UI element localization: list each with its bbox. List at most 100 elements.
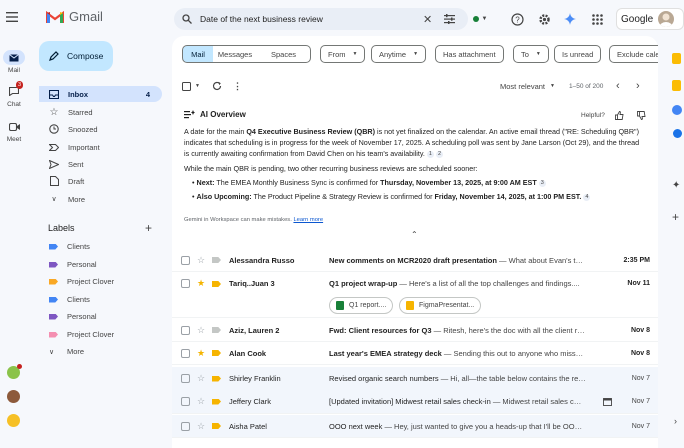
rail-chat[interactable]: 3 Chat [0,81,28,108]
search-input[interactable] [200,14,415,24]
email-row[interactable]: ☆ Jeffery Clark [Updated invitation] Midwe… [172,390,658,414]
calendar-icon[interactable] [672,53,681,64]
email-preview: New comments on MCR2020 draft presentati… [329,256,591,265]
account-avatar[interactable] [658,11,674,27]
learn-more-link[interactable]: Learn more [293,217,323,223]
gemini-button[interactable] [562,11,578,27]
plus-icon[interactable]: + [672,210,679,224]
nav-important[interactable]: Important [39,139,162,155]
thumbs-down-button[interactable] [637,111,646,120]
label-item[interactable]: Project Clover [49,274,114,289]
nav-more[interactable]: ∨ More [39,191,162,207]
collapse-overview-button[interactable]: ⌃ [411,230,418,239]
calendar-event-icon[interactable] [603,397,612,406]
nav-draft[interactable]: Draft [39,173,162,189]
contacts-icon[interactable] [673,129,682,138]
more-actions-button[interactable]: ⋮ [233,80,242,92]
citation-chip[interactable]: 4 [583,193,591,201]
filter-mail[interactable]: Mail [182,45,214,63]
checkbox-icon [182,81,191,91]
chevron-right-icon[interactable]: › [674,416,677,426]
citation-chip[interactable]: 2 [435,150,444,158]
important-marker-icon[interactable] [212,398,221,405]
labels-more[interactable]: ∨ More [49,344,84,359]
email-row[interactable]: ☆ Shirley Franklin Revised organic search … [172,367,658,391]
row-checkbox[interactable] [181,374,190,383]
star-filled-icon[interactable]: ★ [197,348,205,358]
filter-exclude-calendar[interactable]: Exclude cale [609,45,658,63]
citation-chip[interactable]: 1 [426,150,434,158]
email-row[interactable]: ☆ Alessandra Russo New comments on MCR2020… [172,249,658,272]
label-item[interactable]: Clients [49,239,90,254]
next-page-button[interactable]: › [636,80,640,92]
filter-to[interactable]: To ▼ [513,45,549,63]
filter-chip-label: From [328,49,346,59]
nav-snoozed[interactable]: Snoozed [39,121,162,137]
row-checkbox[interactable] [181,279,190,288]
filter-is-unread[interactable]: Is unread [554,45,602,63]
filter-spaces[interactable]: Spaces [257,45,311,63]
filter-messages[interactable]: Messages [213,45,258,63]
tasks-icon[interactable] [672,105,682,115]
star-icon[interactable]: ☆ [197,325,205,335]
gmail-logo[interactable]: Gmail [46,9,103,24]
contact-avatar[interactable] [7,414,20,427]
status-indicator[interactable]: ▼ [472,11,488,27]
row-checkbox[interactable] [181,421,190,431]
main-menu-button[interactable] [6,12,18,22]
email-row[interactable]: ☆ Aziz, Lauren 2 Fwd: Client resources for… [172,319,658,342]
search-options-icon[interactable] [444,14,456,24]
important-outline-icon[interactable] [212,327,221,333]
labels-more-label: More [67,347,85,356]
filter-anytime[interactable]: Anytime ▼ [371,45,427,63]
row-checkbox[interactable] [181,255,190,265]
row-checkbox[interactable] [181,325,190,335]
citation-chip[interactable]: 3 [538,179,546,187]
contact-avatar[interactable] [7,390,20,403]
important-marker-icon[interactable] [212,423,221,429]
search-bar[interactable]: ✕ [174,8,468,30]
clock-icon [48,124,60,134]
row-checkbox[interactable] [181,397,190,406]
rail-mail[interactable]: Mail [0,50,28,74]
star-filled-icon[interactable]: ★ [197,279,205,288]
label-item[interactable]: Project Clover [49,327,114,342]
email-row[interactable]: ★ Alan Cook Last year's EMEA strategy deck… [172,342,658,365]
important-marker-icon[interactable] [212,375,221,382]
apps-launcher-button[interactable] [589,11,605,27]
select-all[interactable]: ▼ [182,80,200,92]
email-preview: Revised organic search numbers — Hi, all… [329,374,591,383]
compose-button[interactable]: Compose [39,41,113,71]
prev-page-button[interactable]: ‹ [616,80,620,92]
nav-sent[interactable]: Sent [39,156,162,172]
star-icon[interactable]: ☆ [197,255,205,265]
sort-dropdown[interactable]: Most relevant ▼ [500,80,555,92]
nav-starred[interactable]: ☆ Starred [39,104,162,120]
nav-inbox[interactable]: Inbox 4 [39,86,162,102]
star-icon[interactable]: ☆ [197,397,205,406]
filter-has-attachment[interactable]: Has attachment [435,45,504,63]
row-checkbox[interactable] [181,348,190,358]
email-row[interactable]: ☆ Aisha Patel OOO next week — Hey, just wa… [172,415,658,438]
support-button[interactable]: ? [509,11,525,27]
add-on-icon[interactable]: ✦ [672,180,680,191]
clear-search-icon[interactable]: ✕ [423,13,432,26]
rail-meet[interactable]: Meet [0,119,28,143]
label-item[interactable]: Personal [49,309,97,324]
important-outline-icon[interactable] [212,257,221,263]
refresh-button[interactable] [212,80,222,92]
filter-from[interactable]: From ▼ [320,45,366,63]
attachment-chip[interactable]: FigmaPresentat... [399,297,482,314]
star-icon[interactable]: ☆ [197,421,205,431]
keep-icon[interactable] [672,80,681,91]
important-marker-icon[interactable] [212,350,221,356]
label-item[interactable]: Personal [49,257,97,272]
add-label-button[interactable]: + [145,221,152,235]
help-icon: ? [510,12,524,26]
attachment-chip[interactable]: Q1 report.... [329,297,394,314]
star-icon[interactable]: ☆ [197,374,205,383]
settings-button[interactable] [536,11,552,27]
important-marker-icon[interactable] [212,281,221,287]
thumbs-up-button[interactable] [615,111,624,120]
label-item[interactable]: Clients [49,292,90,307]
